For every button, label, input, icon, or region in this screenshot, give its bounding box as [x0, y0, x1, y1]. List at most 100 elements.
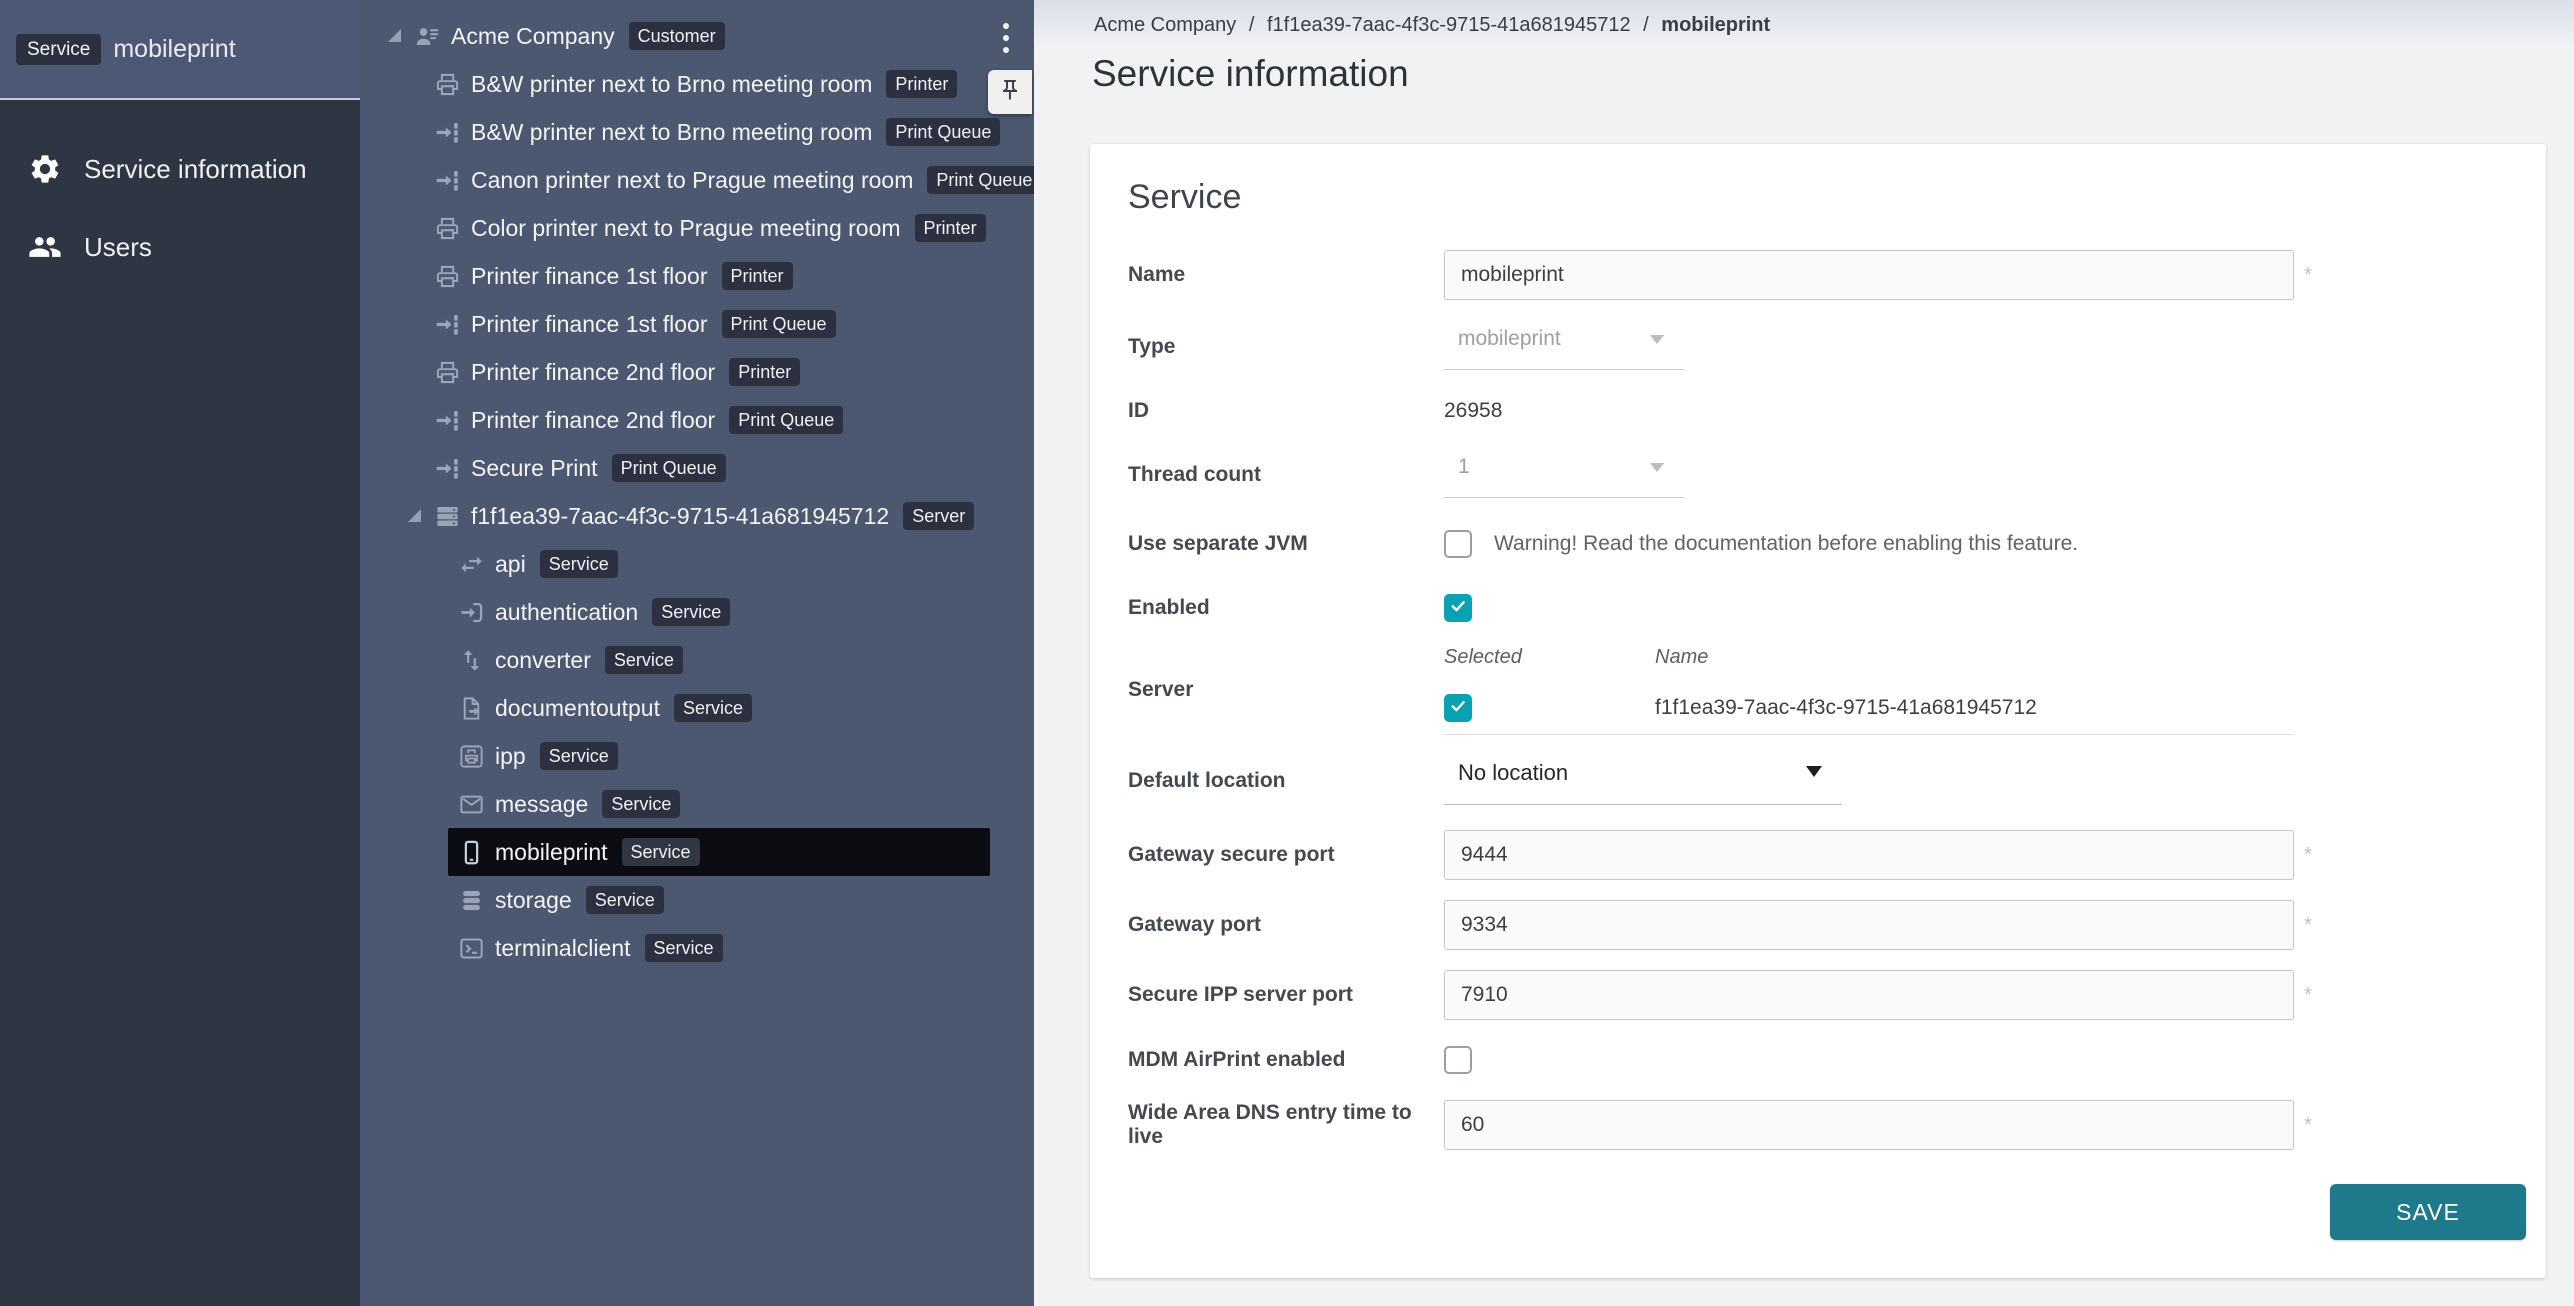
- gateway-port-input[interactable]: [1444, 900, 2294, 950]
- field-label: Gateway port: [1128, 913, 1444, 937]
- sidebar-item-label: Users: [84, 232, 152, 263]
- tree-node-print-queue[interactable]: B&W printer next to Brno meeting room Pr…: [360, 108, 1034, 156]
- id-value: 26958: [1444, 399, 1502, 423]
- print-queue-icon: [434, 167, 461, 194]
- tree-kebab-menu-icon[interactable]: [994, 18, 1018, 58]
- tree-node-service-terminalclient[interactable]: terminalclient Service: [360, 924, 1034, 972]
- dns-ttl-input[interactable]: [1444, 1100, 2294, 1150]
- tree-node-service-api[interactable]: api Service: [360, 540, 1034, 588]
- tree-node-service-storage[interactable]: storage Service: [360, 876, 1034, 924]
- field-label: Type: [1128, 335, 1444, 359]
- separate-jvm-checkbox[interactable]: [1444, 530, 1472, 558]
- database-icon: [458, 887, 485, 914]
- form-row-mdm-airprint: MDM AirPrint enabled: [1128, 1030, 2546, 1090]
- tree-node-customer[interactable]: Acme Company Customer: [360, 12, 1034, 60]
- breadcrumb-current: mobileprint: [1661, 14, 1770, 36]
- field-label: Server: [1128, 678, 1444, 702]
- tree-node-print-queue[interactable]: Printer finance 1st floor Print Queue: [360, 300, 1034, 348]
- enabled-checkbox[interactable]: [1444, 594, 1472, 622]
- server-col-name: Name: [1655, 646, 1708, 669]
- form-row-server: Server Selected Name f1f1ea39-7aac-4f3c-…: [1128, 638, 2546, 742]
- chevron-down-icon: [1650, 335, 1664, 344]
- envelope-icon: [458, 791, 485, 818]
- mdm-airprint-checkbox[interactable]: [1444, 1046, 1472, 1074]
- card-heading: Service: [1128, 178, 2546, 220]
- secure-ipp-port-input[interactable]: [1444, 970, 2294, 1020]
- print-queue-icon: [434, 311, 461, 338]
- node-type-badge: Print Queue: [729, 406, 843, 434]
- chevron-down-icon: [1806, 766, 1822, 777]
- field-label: ID: [1128, 399, 1444, 423]
- settings-gear-icon: [28, 152, 62, 186]
- node-type-badge: Printer: [722, 262, 793, 290]
- required-marker: *: [2304, 914, 2312, 937]
- server-selected-checkbox[interactable]: [1444, 694, 1472, 722]
- sidebar-menu: Service information Users: [0, 100, 360, 286]
- tree-node-service-message[interactable]: message Service: [360, 780, 1034, 828]
- node-type-badge: Printer: [729, 358, 800, 386]
- node-type-badge: Customer: [629, 22, 725, 50]
- sidebar-service-name: mobileprint: [113, 35, 235, 64]
- form-row-separate-jvm: Use separate JVM Warning! Read the docum…: [1128, 510, 2546, 578]
- server-col-selected: Selected: [1444, 646, 1655, 669]
- tree-node-print-queue[interactable]: Printer finance 2nd floor Print Queue: [360, 396, 1034, 444]
- print-queue-icon: [434, 119, 461, 146]
- breadcrumb-separator: /: [1249, 14, 1255, 36]
- pin-panel-button[interactable]: [988, 70, 1032, 114]
- tree-node-server[interactable]: f1f1ea39-7aac-4f3c-9715-41a681945712 Ser…: [360, 492, 1034, 540]
- node-type-badge: Printer: [886, 70, 957, 98]
- breadcrumb-server-link[interactable]: f1f1ea39-7aac-4f3c-9715-41a681945712: [1267, 14, 1631, 36]
- main-content: Acme Company / f1f1ea39-7aac-4f3c-9715-4…: [1034, 0, 2574, 1306]
- form-row-default-location: Default location No location: [1128, 742, 2546, 820]
- field-label: Use separate JVM: [1128, 532, 1444, 556]
- tree-node-service-mobileprint[interactable]: mobileprint Service: [360, 828, 1034, 876]
- node-type-badge: Service: [605, 646, 683, 674]
- type-select: mobileprint: [1444, 325, 1684, 370]
- form-row-secure-ipp-port: Secure IPP server port *: [1128, 960, 2546, 1030]
- tree-node-service-converter[interactable]: converter Service: [360, 636, 1034, 684]
- ipp-printer-box-icon: [458, 743, 485, 770]
- customer-icon: [414, 23, 441, 50]
- field-label: Default location: [1128, 769, 1444, 793]
- document-output-icon: [458, 695, 485, 722]
- breadcrumb-customer-link[interactable]: Acme Company: [1094, 14, 1236, 36]
- tree-node-printer[interactable]: B&W printer next to Brno meeting room Pr…: [360, 60, 1034, 108]
- name-input[interactable]: [1444, 250, 2294, 300]
- form-row-dns-ttl: Wide Area DNS entry time to live *: [1128, 1090, 2546, 1160]
- page-title: Service information: [1034, 37, 2574, 95]
- tree-node-print-queue[interactable]: Canon printer next to Prague meeting roo…: [360, 156, 1034, 204]
- tree-node-service-authentication[interactable]: authentication Service: [360, 588, 1034, 636]
- required-marker: *: [2304, 984, 2312, 1007]
- collapse-toggle-icon[interactable]: [404, 504, 428, 528]
- smartphone-icon: [458, 839, 485, 866]
- gateway-secure-port-input[interactable]: [1444, 830, 2294, 880]
- sidebar-item-service-information[interactable]: Service information: [0, 130, 360, 208]
- tree-node-printer[interactable]: Printer finance 1st floor Printer: [360, 252, 1034, 300]
- pin-icon: [998, 78, 1022, 107]
- swap-arrows-icon: [458, 551, 485, 578]
- entity-tree-panel: Acme Company Customer B&W printer next t…: [360, 0, 1034, 1306]
- checkmark-icon: [1449, 597, 1467, 620]
- tree-node-printer[interactable]: Color printer next to Prague meeting roo…: [360, 204, 1034, 252]
- form-row-name: Name *: [1128, 238, 2546, 312]
- chevron-down-icon: [1650, 463, 1664, 472]
- default-location-select[interactable]: No location: [1444, 758, 1842, 805]
- print-queue-icon: [434, 407, 461, 434]
- tree-node-printer[interactable]: Printer finance 2nd floor Printer: [360, 348, 1034, 396]
- app-sidebar: Service mobileprint Service information …: [0, 0, 360, 1306]
- checkmark-icon: [1449, 697, 1467, 720]
- jvm-warning-text: Warning! Read the documentation before e…: [1494, 532, 2078, 556]
- save-button[interactable]: SAVE: [2330, 1184, 2526, 1240]
- node-type-badge: Service: [602, 790, 680, 818]
- tree-node-service-documentoutput[interactable]: documentoutput Service: [360, 684, 1034, 732]
- node-type-badge: Service: [652, 598, 730, 626]
- print-queue-icon: [434, 455, 461, 482]
- node-type-badge: Print Queue: [886, 118, 1000, 146]
- tree-node-print-queue[interactable]: Secure Print Print Queue: [360, 444, 1034, 492]
- tree-node-service-ipp[interactable]: ipp Service: [360, 732, 1034, 780]
- server-table: Selected Name f1f1ea39-7aac-4f3c-9715-41…: [1444, 646, 2294, 735]
- form-row-thread-count: Thread count 1: [1128, 440, 2546, 510]
- server-icon: [434, 503, 461, 530]
- collapse-toggle-icon[interactable]: [384, 24, 408, 48]
- sidebar-item-users[interactable]: Users: [0, 208, 360, 286]
